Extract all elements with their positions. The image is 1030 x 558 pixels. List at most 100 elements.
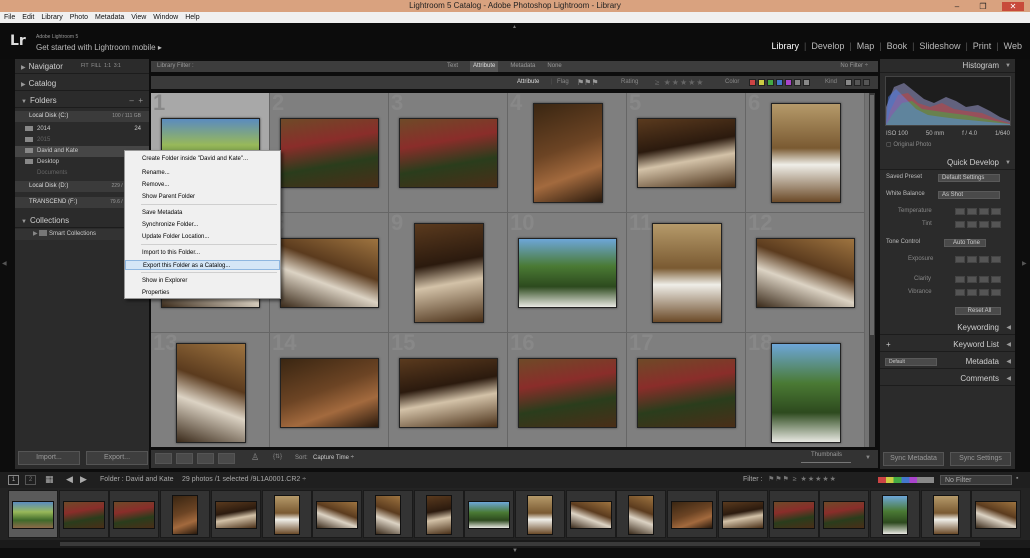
temperature-up-button[interactable] — [991, 208, 1001, 215]
photo-thumbnail[interactable] — [399, 118, 498, 188]
secondary-window-icon[interactable]: 2 — [25, 475, 36, 485]
close-button[interactable]: ✕ — [1002, 1, 1024, 11]
photo-thumbnail[interactable] — [399, 358, 498, 428]
primary-window-icon[interactable]: 1 — [8, 475, 19, 485]
sort-direction-icon[interactable]: {⇅} — [273, 453, 282, 460]
photo-thumbnail[interactable] — [280, 358, 379, 428]
grid-cell[interactable]: 17 — [627, 330, 746, 447]
kind-master-icon[interactable] — [845, 79, 852, 86]
module-slideshow[interactable]: Slideshow — [919, 41, 960, 51]
clarity-up-button[interactable] — [991, 276, 1001, 283]
module-develop[interactable]: Develop — [811, 41, 844, 51]
filmstrip-thumbnail[interactable] — [667, 490, 718, 538]
photo-thumbnail[interactable] — [280, 118, 379, 188]
color-custom-chip[interactable] — [794, 79, 801, 86]
exposure-up-small-button[interactable] — [979, 256, 989, 263]
grid-cell[interactable]: 3 — [389, 93, 508, 213]
color-blue-chip[interactable] — [776, 79, 783, 86]
restore-button[interactable]: ❐ — [976, 2, 990, 11]
photo-thumbnail[interactable] — [518, 238, 617, 308]
menu-help[interactable]: Help — [185, 12, 199, 23]
filmstrip-thumbnail[interactable] — [515, 490, 565, 538]
tint-down-small-button[interactable] — [967, 221, 977, 228]
photo-thumbnail[interactable] — [518, 358, 617, 428]
module-book[interactable]: Book — [887, 41, 908, 51]
color-yellow-chip[interactable] — [758, 79, 765, 86]
histogram-header[interactable]: Histogram ▼ — [880, 59, 1015, 73]
sync-settings-button[interactable]: Sync Settings — [950, 452, 1011, 466]
back-arrow-icon[interactable]: ◀ — [66, 474, 73, 485]
clarity-down-button[interactable] — [955, 276, 965, 283]
grid-scrollbar[interactable] — [869, 93, 875, 447]
folders-add-remove[interactable]: – + — [129, 93, 143, 108]
filmstrip-thumbnail[interactable] — [362, 490, 413, 538]
zoom-fit[interactable]: FIT — [81, 63, 89, 69]
grid-cell[interactable]: 14 — [270, 330, 389, 447]
bottom-panel-toggle-icon[interactable]: ▼ — [512, 548, 518, 554]
module-map[interactable]: Map — [857, 41, 875, 51]
filmstrip-thumbnail[interactable] — [869, 490, 920, 538]
grid-cell[interactable]: 18 — [746, 330, 865, 447]
photo-thumbnail[interactable] — [756, 238, 855, 308]
filmstrip-thumbnail[interactable] — [210, 490, 261, 538]
filmstrip-thumbnail[interactable] — [8, 490, 58, 538]
photo-thumbnail[interactable] — [771, 343, 841, 443]
folder-2015[interactable]: 2015 — [15, 135, 149, 146]
scrollbar-thumb[interactable] — [870, 95, 874, 335]
filmstrip-filter-select[interactable]: No Filter — [940, 475, 1012, 485]
filter-tab-none[interactable]: None — [547, 61, 561, 72]
catalog-header[interactable]: ▶ Catalog — [15, 76, 149, 91]
keywording-header[interactable]: Keywording ◀ — [880, 321, 1015, 335]
filmstrip-scroll-thumb[interactable] — [60, 542, 980, 546]
sort-select[interactable]: Capture Time ÷ — [313, 455, 354, 461]
metadata-preset-select[interactable]: Default — [885, 358, 937, 366]
grid-cell[interactable]: 8 — [270, 210, 389, 333]
filmstrip-thumbnail[interactable] — [464, 490, 515, 538]
thumbnail-size-slider[interactable] — [801, 462, 851, 463]
context-menu-item[interactable]: Create Folder inside "David and Kate"... — [125, 154, 280, 164]
filmstrip-color-filter[interactable] — [878, 477, 934, 483]
menu-view[interactable]: View — [131, 12, 146, 23]
filmstrip-thumbnail[interactable] — [261, 490, 312, 538]
clarity-up-small-button[interactable] — [979, 276, 989, 283]
menu-window[interactable]: Window — [153, 12, 178, 23]
photo-thumbnail[interactable] — [637, 118, 736, 188]
filter-lock-icon[interactable]: ▪ — [1016, 475, 1018, 482]
survey-view-icon[interactable] — [218, 453, 235, 464]
context-menu-item[interactable]: Show Parent Folder — [125, 192, 280, 202]
menu-photo[interactable]: Photo — [70, 12, 88, 23]
import-button[interactable]: Import... — [18, 451, 80, 465]
temperature-up-small-button[interactable] — [979, 208, 989, 215]
keyword-list-header[interactable]: + Keyword List ◀ — [880, 338, 1015, 352]
menu-edit[interactable]: Edit — [22, 12, 34, 23]
context-menu-item[interactable]: Save Metadata — [125, 208, 280, 218]
folder-path[interactable]: Folder : David and Kate — [100, 476, 174, 483]
flag-icons[interactable]: ⚑⚑⚑ — [577, 76, 599, 89]
context-menu-item[interactable]: Properties — [125, 288, 280, 298]
zoom-3-1[interactable]: 3:1 — [114, 63, 121, 69]
color-none-chip[interactable] — [803, 79, 810, 86]
module-web[interactable]: Web — [1004, 41, 1022, 51]
original-photo-toggle[interactable]: ▢ Original Photo — [886, 141, 931, 150]
filter-tab-metadata[interactable]: Metadata — [510, 61, 535, 72]
module-print[interactable]: Print — [973, 41, 992, 51]
filmstrip-thumbnail[interactable] — [819, 490, 870, 538]
grid-view-icon[interactable] — [155, 453, 172, 464]
grid-cell[interactable]: 12 — [746, 210, 865, 333]
reset-all-button[interactable]: Reset All — [955, 307, 1001, 315]
grid-cell[interactable]: 4 — [508, 93, 627, 213]
exposure-up-button[interactable] — [991, 256, 1001, 263]
vibrance-down-small-button[interactable] — [967, 289, 977, 296]
grid-cell[interactable]: 5 — [627, 93, 746, 213]
context-menu-item[interactable]: Update Folder Location... — [125, 232, 280, 242]
rating-stars[interactable]: ≥ ★★★★★ — [655, 76, 704, 89]
photo-thumbnail[interactable] — [176, 343, 246, 443]
filmstrip-thumbnail[interactable] — [109, 490, 160, 538]
lightroom-mobile-link[interactable]: Get started with Lightroom mobile ▸ — [36, 43, 162, 52]
export-button[interactable]: Export... — [86, 451, 148, 465]
folder-2014[interactable]: 2014 24 — [15, 124, 149, 135]
color-purple-chip[interactable] — [785, 79, 792, 86]
menu-metadata[interactable]: Metadata — [95, 12, 124, 23]
grid-cell[interactable]: 15 — [389, 330, 508, 447]
photo-thumbnail[interactable] — [771, 103, 841, 203]
